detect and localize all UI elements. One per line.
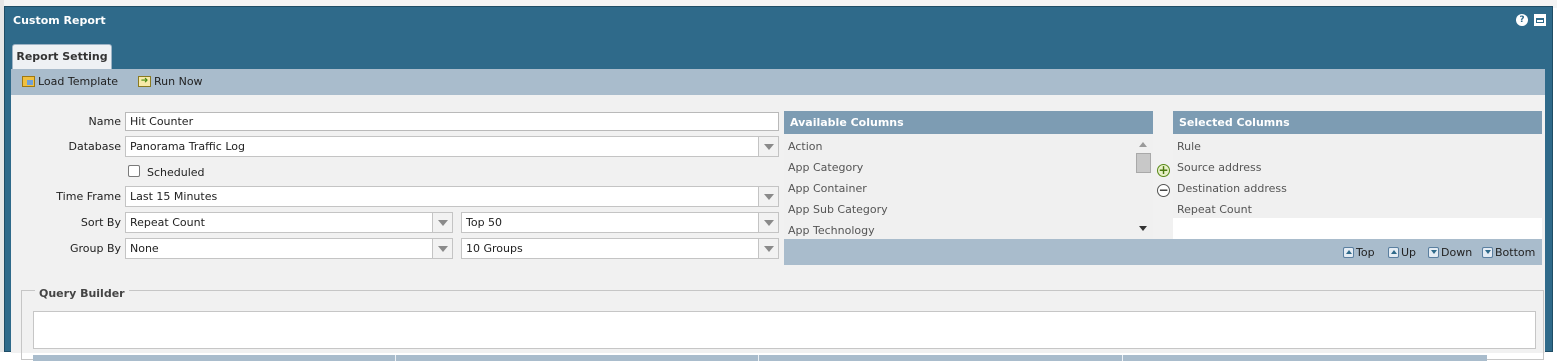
move-top-label: Top — [1356, 246, 1375, 259]
chevron-down-icon[interactable] — [758, 213, 778, 232]
load-template-label: Load Template — [38, 75, 119, 88]
chevron-down-icon[interactable] — [432, 239, 452, 258]
move-bottom-label: Bottom — [1495, 246, 1536, 259]
move-up-button[interactable]: Up — [1388, 246, 1416, 259]
toolbar: Load Template ➜ Run Now — [11, 69, 1545, 95]
sort-by-select[interactable]: Repeat Count — [125, 212, 453, 233]
selected-columns-empty — [1173, 218, 1542, 239]
column-order-toolbar: Top Up Down Bottom — [784, 239, 1542, 265]
group-by-value: None — [130, 242, 159, 255]
scheduled-label: Scheduled — [147, 166, 205, 179]
list-item[interactable]: Source address — [1177, 161, 1262, 174]
move-bottom-button[interactable]: Bottom — [1482, 246, 1535, 259]
sort-by-value: Repeat Count — [130, 216, 205, 229]
query-builder-legend: Query Builder — [35, 287, 129, 300]
group-limit-select[interactable]: 10 Groups — [461, 238, 779, 259]
custom-report-dialog: Custom Report ? Report Setting Load Temp… — [4, 6, 1553, 361]
run-now-label: Run Now — [154, 75, 203, 88]
move-down-icon — [1428, 247, 1439, 258]
list-item[interactable]: Repeat Count — [1177, 203, 1252, 216]
list-item[interactable]: Action — [788, 140, 822, 153]
sort-limit-value: Top 50 — [466, 216, 503, 229]
move-down-label: Down — [1441, 246, 1473, 259]
chevron-down-icon[interactable] — [432, 213, 452, 232]
group-by-label: Group By — [69, 242, 121, 255]
move-up-label: Up — [1401, 246, 1417, 259]
list-item[interactable]: Rule — [1177, 140, 1201, 153]
scrollbar-thumb[interactable] — [1136, 153, 1151, 173]
sort-by-label: Sort By — [80, 216, 121, 229]
group-limit-value: 10 Groups — [466, 242, 523, 255]
database-select[interactable]: Panorama Traffic Log — [125, 136, 779, 157]
move-down-button[interactable]: Down — [1428, 246, 1472, 259]
tab-report-setting[interactable]: Report Setting — [12, 44, 112, 69]
help-icon[interactable]: ? — [1516, 14, 1528, 26]
remove-column-icon[interactable]: − — [1157, 184, 1170, 197]
dialog-body: Load Template ➜ Run Now Name Hit Counter… — [11, 69, 1545, 361]
move-bottom-icon — [1482, 247, 1493, 258]
time-frame-label: Time Frame — [56, 190, 121, 203]
list-item[interactable]: App Container — [788, 182, 867, 195]
run-now-button[interactable]: ➜ Run Now — [138, 75, 203, 88]
list-item[interactable]: App Category — [788, 161, 863, 174]
add-column-icon[interactable]: + — [1157, 164, 1170, 177]
time-frame-select[interactable]: Last 15 Minutes — [125, 186, 779, 207]
name-field[interactable]: Hit Counter — [125, 112, 779, 131]
time-frame-value: Last 15 Minutes — [130, 190, 218, 203]
maximize-icon[interactable] — [1534, 14, 1546, 26]
scheduled-checkbox[interactable] — [128, 165, 140, 177]
selected-columns-list: Rule Source address Destination address … — [1173, 134, 1542, 218]
available-columns-header: Available Columns — [784, 111, 1153, 134]
list-item[interactable]: Destination address — [1177, 182, 1287, 195]
query-builder-input[interactable] — [33, 311, 1536, 349]
chevron-down-icon[interactable] — [758, 187, 778, 206]
move-top-button[interactable]: Top — [1343, 246, 1375, 259]
scroll-up-icon[interactable] — [1139, 142, 1147, 147]
list-item[interactable]: App Sub Category — [788, 203, 888, 216]
chevron-down-icon[interactable] — [758, 239, 778, 258]
chevron-down-icon[interactable] — [758, 137, 778, 156]
group-by-select[interactable]: None — [125, 238, 453, 259]
dialog-title: Custom Report — [13, 14, 106, 27]
selected-columns-header: Selected Columns — [1173, 111, 1542, 134]
database-value: Panorama Traffic Log — [130, 140, 245, 153]
query-grid-header — [33, 355, 1487, 361]
load-template-button[interactable]: Load Template — [22, 75, 118, 88]
available-columns-list: Action App Category App Container App Su… — [784, 134, 1153, 239]
name-label: Name — [88, 115, 121, 128]
move-top-icon — [1343, 247, 1354, 258]
scroll-down-icon[interactable] — [1139, 226, 1147, 231]
sort-limit-select[interactable]: Top 50 — [461, 212, 779, 233]
database-label: Database — [68, 140, 122, 153]
move-up-icon — [1388, 247, 1399, 258]
run-now-icon: ➜ — [138, 76, 151, 87]
list-item[interactable]: App Technology — [788, 224, 875, 237]
load-template-icon — [22, 76, 35, 87]
